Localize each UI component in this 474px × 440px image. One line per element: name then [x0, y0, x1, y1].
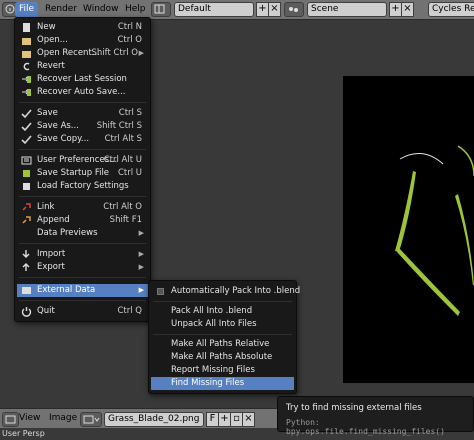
menu-item-quit[interactable]: Quit Ctrl Q [17, 305, 148, 318]
menu-item-recover-auto-save[interactable]: Recover Auto Save... [17, 86, 148, 99]
recover-icon [22, 89, 31, 96]
checkmark-icon [21, 135, 32, 145]
screen-layout-field[interactable]: Default [174, 2, 254, 17]
remove-scene-button[interactable]: × [401, 2, 414, 17]
checkbox[interactable] [157, 288, 164, 295]
menu-item-load-factory-settings[interactable]: Load Factory Settings [17, 180, 148, 193]
submenu-arrow-icon: ▶ [138, 250, 144, 258]
menu-item-recover-last-session[interactable]: Recover Last Session [17, 73, 148, 86]
export-icon [22, 263, 30, 271]
tooltip: Try to find missing external files Pytho… [277, 396, 474, 436]
unlink-image-button[interactable]: × [242, 412, 255, 427]
menu-item-unpack-all[interactable]: Unpack All Into Files [151, 318, 294, 331]
render-engine-select[interactable]: Cycles Render [428, 2, 474, 17]
menu-separator [19, 102, 146, 103]
image-menu[interactable]: Image [49, 413, 77, 423]
menu-item-user-preferences[interactable]: User Preferences... Ctrl Alt U [17, 154, 148, 167]
revert-icon [23, 62, 30, 71]
submenu-arrow-icon: ▶ [138, 49, 144, 57]
menu-item-make-paths-absolute[interactable]: Make All Paths Absolute [151, 351, 294, 364]
menu-item-pack-all[interactable]: Pack All Into .blend [151, 305, 294, 318]
menu-item-data-previews[interactable]: Data Previews ▶ [17, 227, 148, 240]
menu-item-export[interactable]: Export ▶ [17, 261, 148, 274]
menu-item-external-data[interactable]: External Data ▶ [17, 284, 148, 297]
image-editor-type-button[interactable] [2, 412, 19, 427]
preferences-icon [21, 156, 32, 165]
submenu-arrow-icon: ▶ [138, 263, 144, 271]
image-name-field[interactable]: Grass_Blade_02.png [104, 412, 204, 427]
menu-separator [19, 300, 146, 301]
menu-item-save-startup-file[interactable]: Save Startup File Ctrl U [17, 167, 148, 180]
new-file-icon [23, 23, 30, 32]
menu-separator [19, 277, 146, 278]
submenu-arrow-icon: ▶ [138, 286, 144, 294]
factory-settings-icon [23, 183, 30, 190]
screen-layout-icon[interactable] [151, 2, 171, 17]
browse-image-button[interactable] [80, 412, 102, 427]
file-menu: New Ctrl N Open... Ctrl O Open Recent...… [14, 17, 151, 322]
recover-icon [22, 76, 31, 83]
checkmark-icon [21, 122, 32, 132]
menu-window[interactable]: Window [79, 2, 123, 17]
menu-separator [153, 301, 292, 302]
tooltip-title: Try to find missing external files [286, 403, 422, 413]
grass-blade-image [395, 145, 474, 316]
scene-field[interactable]: Scene [307, 2, 387, 17]
image-canvas[interactable] [343, 76, 474, 383]
menu-item-save-as[interactable]: Save As... Shift Ctrl S [17, 120, 148, 133]
menu-item-save-copy[interactable]: Save Copy... Ctrl Alt S [17, 133, 148, 146]
tooltip-python: Python: bpy.ops.file.find_missing_files(… [286, 418, 445, 436]
submenu-arrow-icon: ▶ [138, 229, 144, 237]
menu-item-link[interactable]: Link Ctrl Alt O [17, 201, 148, 214]
menu-item-append[interactable]: Append Shift F1 [17, 214, 148, 227]
external-data-icon [22, 287, 31, 294]
menu-item-revert[interactable]: Revert [17, 60, 148, 73]
menu-render[interactable]: Render [41, 2, 81, 17]
image-browse-icon [83, 415, 100, 424]
scene-icon[interactable] [284, 2, 304, 17]
menu-item-save[interactable]: Save Ctrl S [17, 107, 148, 120]
external-data-submenu: Automatically Pack Into .blend Pack All … [148, 280, 300, 394]
menu-separator [19, 243, 146, 244]
menu-separator [19, 196, 146, 197]
open-folder-icon [22, 38, 31, 45]
menu-item-import[interactable]: Import ▶ [17, 248, 148, 261]
import-icon [22, 250, 30, 258]
menu-help[interactable]: Help [121, 2, 150, 17]
menu-item-open[interactable]: Open... Ctrl O [17, 34, 148, 47]
checkmark-icon [21, 109, 32, 119]
remove-screen-button[interactable]: × [268, 2, 281, 17]
menu-item-report-missing-files[interactable]: Report Missing Files [151, 364, 294, 377]
append-icon [22, 216, 31, 224]
menu-separator [19, 149, 146, 150]
menu-item-open-recent[interactable]: Open Recent... Shift Ctrl O ▶ [17, 47, 148, 60]
menu-item-make-paths-relative[interactable]: Make All Paths Relative [151, 338, 294, 351]
menu-item-new[interactable]: New Ctrl N [17, 21, 148, 34]
view-menu[interactable]: View [19, 413, 40, 423]
link-icon [22, 203, 31, 211]
menu-item-find-missing-files[interactable]: Find Missing Files [151, 377, 294, 390]
menu-separator [153, 334, 292, 335]
quit-icon [21, 307, 32, 317]
open-recent-icon [22, 51, 31, 58]
image-icon [5, 415, 16, 424]
menu-file[interactable]: File [15, 2, 39, 17]
menu-item-auto-pack[interactable]: Automatically Pack Into .blend [151, 285, 300, 298]
save-startup-icon [23, 170, 30, 177]
